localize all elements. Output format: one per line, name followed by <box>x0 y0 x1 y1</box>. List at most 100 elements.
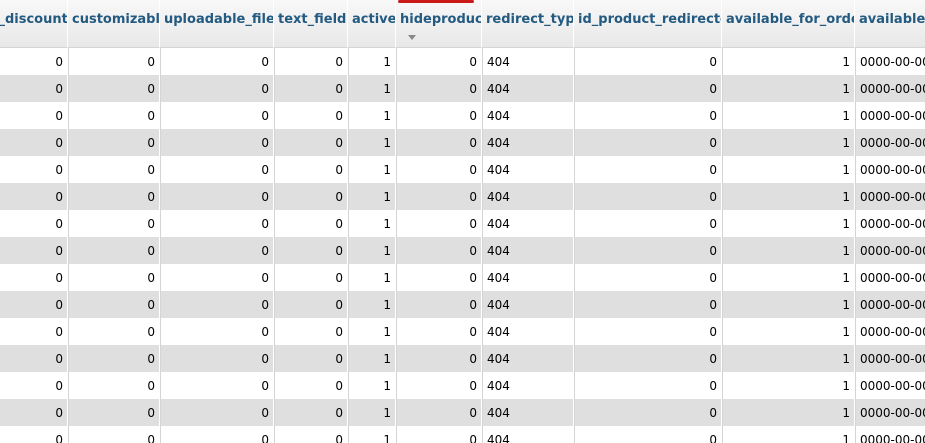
cell-available-for-order[interactable]: 1 <box>722 102 855 129</box>
cell-text-fields[interactable]: 0 <box>274 183 348 210</box>
column-header-label[interactable]: y_discount <box>0 12 67 27</box>
cell-available-for-order[interactable]: 1 <box>722 426 855 443</box>
cell-hideproduct[interactable]: 0 <box>396 102 482 129</box>
cell-available-for-order[interactable]: 1 <box>722 156 855 183</box>
cell-customizable[interactable]: 0 <box>68 210 160 237</box>
cell-uploadable-files[interactable]: 0 <box>160 399 274 426</box>
cell-text-fields[interactable]: 0 <box>274 210 348 237</box>
cell-uploadable-files[interactable]: 0 <box>160 291 274 318</box>
cell-quantity-discount[interactable]: 0 <box>0 372 68 399</box>
cell-quantity-discount[interactable]: 0 <box>0 399 68 426</box>
cell-available-for-order[interactable]: 1 <box>722 264 855 291</box>
cell-hideproduct[interactable]: 0 <box>396 291 482 318</box>
table-row[interactable]: 0 0 0 0 1 0 404 0 1 0000-00-00 <box>0 399 925 426</box>
cell-active[interactable]: 1 <box>348 345 396 372</box>
cell-hideproduct[interactable]: 0 <box>396 318 482 345</box>
cell-available-for-order[interactable]: 1 <box>722 291 855 318</box>
cell-redirect-type[interactable]: 404 <box>482 264 574 291</box>
column-header-hideproduct[interactable]: hideproduct <box>396 0 482 48</box>
column-header-uploadable-files[interactable]: uploadable_files <box>160 0 274 48</box>
cell-id-product-redirected[interactable]: 0 <box>574 237 722 264</box>
table-row[interactable]: 0 0 0 0 1 0 404 0 1 0000-00-00 <box>0 345 925 372</box>
cell-available-date[interactable]: 0000-00-00 <box>855 291 925 318</box>
cell-customizable[interactable]: 0 <box>68 48 160 75</box>
cell-customizable[interactable]: 0 <box>68 129 160 156</box>
cell-available-date[interactable]: 0000-00-00 <box>855 75 925 102</box>
cell-uploadable-files[interactable]: 0 <box>160 237 274 264</box>
cell-available-date[interactable]: 0000-00-00 <box>855 372 925 399</box>
cell-active[interactable]: 1 <box>348 237 396 264</box>
cell-redirect-type[interactable]: 404 <box>482 318 574 345</box>
cell-uploadable-files[interactable]: 0 <box>160 48 274 75</box>
table-row[interactable]: 0 0 0 0 1 0 404 0 1 0000-00-00 <box>0 291 925 318</box>
cell-available-date[interactable]: 0000-00-00 <box>855 183 925 210</box>
cell-available-for-order[interactable]: 1 <box>722 210 855 237</box>
cell-available-date[interactable]: 0000-00-00 <box>855 102 925 129</box>
cell-available-date[interactable]: 0000-00-00 <box>855 426 925 443</box>
cell-available-date[interactable]: 0000-00-00 <box>855 318 925 345</box>
cell-redirect-type[interactable]: 404 <box>482 102 574 129</box>
cell-text-fields[interactable]: 0 <box>274 156 348 183</box>
cell-id-product-redirected[interactable]: 0 <box>574 48 722 75</box>
cell-hideproduct[interactable]: 0 <box>396 210 482 237</box>
cell-redirect-type[interactable]: 404 <box>482 210 574 237</box>
table-row[interactable]: 0 0 0 0 1 0 404 0 1 0000-00-00 <box>0 129 925 156</box>
cell-customizable[interactable]: 0 <box>68 345 160 372</box>
cell-id-product-redirected[interactable]: 0 <box>574 210 722 237</box>
cell-hideproduct[interactable]: 0 <box>396 75 482 102</box>
cell-quantity-discount[interactable]: 0 <box>0 210 68 237</box>
cell-uploadable-files[interactable]: 0 <box>160 183 274 210</box>
cell-available-for-order[interactable]: 1 <box>722 183 855 210</box>
cell-hideproduct[interactable]: 0 <box>396 48 482 75</box>
cell-active[interactable]: 1 <box>348 291 396 318</box>
cell-text-fields[interactable]: 0 <box>274 129 348 156</box>
cell-customizable[interactable]: 0 <box>68 426 160 443</box>
cell-uploadable-files[interactable]: 0 <box>160 264 274 291</box>
column-header-label[interactable]: customizable <box>72 12 159 27</box>
cell-available-for-order[interactable]: 1 <box>722 372 855 399</box>
column-header-label[interactable]: available_for_order <box>726 12 854 27</box>
cell-uploadable-files[interactable]: 0 <box>160 372 274 399</box>
cell-text-fields[interactable]: 0 <box>274 264 348 291</box>
cell-quantity-discount[interactable]: 0 <box>0 318 68 345</box>
cell-customizable[interactable]: 0 <box>68 399 160 426</box>
cell-text-fields[interactable]: 0 <box>274 345 348 372</box>
table-row[interactable]: 0 0 0 0 1 0 404 0 1 0000-00-00 <box>0 102 925 129</box>
cell-text-fields[interactable]: 0 <box>274 426 348 443</box>
cell-available-date[interactable]: 0000-00-00 <box>855 48 925 75</box>
cell-available-date[interactable]: 0000-00-00 <box>855 345 925 372</box>
cell-uploadable-files[interactable]: 0 <box>160 345 274 372</box>
cell-available-for-order[interactable]: 1 <box>722 318 855 345</box>
cell-uploadable-files[interactable]: 0 <box>160 129 274 156</box>
cell-available-date[interactable]: 0000-00-00 <box>855 129 925 156</box>
cell-active[interactable]: 1 <box>348 264 396 291</box>
column-header-quantity-discount[interactable]: y_discount <box>0 0 68 48</box>
table-row[interactable]: 0 0 0 0 1 0 404 0 1 0000-00-00 <box>0 264 925 291</box>
column-header-label[interactable]: text_fields <box>278 12 347 27</box>
cell-quantity-discount[interactable]: 0 <box>0 264 68 291</box>
cell-active[interactable]: 1 <box>348 75 396 102</box>
cell-id-product-redirected[interactable]: 0 <box>574 345 722 372</box>
cell-available-for-order[interactable]: 1 <box>722 399 855 426</box>
cell-available-for-order[interactable]: 1 <box>722 345 855 372</box>
cell-quantity-discount[interactable]: 0 <box>0 291 68 318</box>
column-header-label[interactable]: uploadable_files <box>164 12 273 27</box>
cell-id-product-redirected[interactable]: 0 <box>574 372 722 399</box>
cell-customizable[interactable]: 0 <box>68 237 160 264</box>
column-header-label[interactable]: available_d <box>859 12 925 27</box>
cell-hideproduct[interactable]: 0 <box>396 399 482 426</box>
cell-redirect-type[interactable]: 404 <box>482 291 574 318</box>
cell-available-date[interactable]: 0000-00-00 <box>855 399 925 426</box>
column-header-label[interactable]: hideproduct <box>400 12 481 27</box>
cell-id-product-redirected[interactable]: 0 <box>574 75 722 102</box>
cell-hideproduct[interactable]: 0 <box>396 372 482 399</box>
cell-text-fields[interactable]: 0 <box>274 318 348 345</box>
column-header-text-fields[interactable]: text_fields <box>274 0 348 48</box>
cell-id-product-redirected[interactable]: 0 <box>574 318 722 345</box>
cell-customizable[interactable]: 0 <box>68 372 160 399</box>
cell-uploadable-files[interactable]: 0 <box>160 426 274 443</box>
cell-quantity-discount[interactable]: 0 <box>0 102 68 129</box>
column-header-redirect-type[interactable]: redirect_type <box>482 0 574 48</box>
cell-available-date[interactable]: 0000-00-00 <box>855 156 925 183</box>
cell-active[interactable]: 1 <box>348 399 396 426</box>
